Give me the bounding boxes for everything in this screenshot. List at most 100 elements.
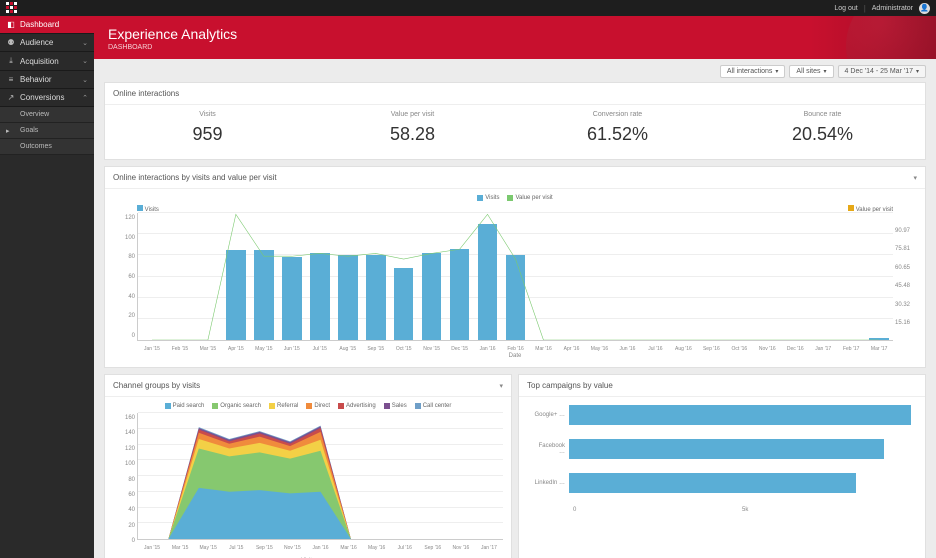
user-label[interactable]: Administrator <box>872 5 913 12</box>
metric-value: 61.52% <box>519 124 716 145</box>
sidebar-item-label: Audience <box>20 38 53 47</box>
y-axis-left: 160140120100806040200 <box>113 413 137 558</box>
sidebar-item-dashboard[interactable]: ◧ Dashboard <box>0 16 94 34</box>
x-tick: May '16 <box>363 545 391 551</box>
campaign-bar <box>569 473 856 493</box>
x-tick: Jul '15 <box>306 346 334 352</box>
chart-legend-center: Visits Value per visit <box>113 195 917 201</box>
topbar: Log out | Administrator 👤 <box>0 0 936 16</box>
sidebar-item-conversions[interactable]: ↗Conversions⌃ <box>0 89 94 107</box>
nav-icon: ≡ <box>6 75 16 84</box>
y-axis-left: 120100806040200 <box>113 213 137 353</box>
x-tick: May '15 <box>250 346 278 352</box>
plot-area: Jan '15Feb '15Mar '15Apr '15May '15Jun '… <box>137 213 893 341</box>
metric-bounce-rate: Bounce rate 20.54% <box>720 105 925 159</box>
avatar[interactable]: 👤 <box>919 3 930 14</box>
card-title: Online interactions <box>113 89 179 98</box>
campaign-bar <box>569 405 911 425</box>
sidebar-item-audience[interactable]: ⚉ Audience ⌄ <box>0 34 94 52</box>
metric-label: Conversion rate <box>519 111 716 118</box>
x-axis-title: Date <box>113 353 917 359</box>
sidebar-item-label: Dashboard <box>20 20 59 29</box>
card-title: Online interactions by visits and value … <box>113 173 277 182</box>
sidebar-item-label: Behavior <box>20 75 52 84</box>
x-tick: Mar '17 <box>865 346 893 352</box>
metrics-row: Visits959Value per visit58.28Conversion … <box>105 105 925 159</box>
x-tick: Mar '16 <box>530 346 558 352</box>
x-tick: Mar '16 <box>335 545 363 551</box>
campaign-label: LinkedIn … <box>533 480 569 486</box>
sidebar-subitem-overview[interactable]: Overview <box>0 107 94 123</box>
filters-bar: All interactions All sites 4 Dec '14 - 2… <box>94 59 936 82</box>
app-logo <box>6 2 18 14</box>
x-tick: Nov '15 <box>418 346 446 352</box>
x-tick: Jan '15 <box>138 545 166 551</box>
x-tick: Jan '15 <box>138 346 166 352</box>
campaign-label: Google+ … <box>533 412 569 418</box>
x-tick: Nov '16 <box>753 346 781 352</box>
visits-value-chart-card: Online interactions by visits and value … <box>104 166 926 368</box>
collapse-icon[interactable]: ▾ <box>913 174 917 182</box>
filter-date-range[interactable]: 4 Dec '14 - 25 Mar '17 <box>838 65 926 78</box>
x-tick: Jun '15 <box>278 346 306 352</box>
x-tick: Sep '16 <box>419 545 447 551</box>
chevron-icon: ⌄ <box>82 76 88 84</box>
x-tick: Mar '15 <box>166 545 194 551</box>
x-tick: Nov '16 <box>447 545 475 551</box>
sidebar-subitem-goals[interactable]: ▸Goals <box>0 123 94 139</box>
x-tick: Jul '15 <box>222 545 250 551</box>
collapse-icon[interactable]: ▾ <box>499 382 503 390</box>
chevron-icon: ⌃ <box>82 94 88 102</box>
y-axis-right: 90.9775.8160.6545.4830.3215.16 <box>893 213 917 353</box>
x-tick: Apr '16 <box>558 346 586 352</box>
nav-icon: ◧ <box>6 20 16 29</box>
metric-value: 20.54% <box>724 124 921 145</box>
chevron-icon: ⌄ <box>82 57 88 65</box>
main-chart: 120100806040200 Jan '15Feb '15Mar '15Apr… <box>113 213 917 353</box>
metric-value: 959 <box>109 124 306 145</box>
x-tick: Aug '16 <box>669 346 697 352</box>
plot-area: Jan '15Mar '15May '15Jul '15Sep '15Nov '… <box>137 413 503 540</box>
card-title: Channel groups by visits <box>113 381 200 390</box>
sidebar-item-label: Conversions <box>20 93 64 102</box>
chevron-icon: ⌄ <box>82 39 88 47</box>
campaign-row: Facebook … <box>533 439 911 459</box>
card-title: Top campaigns by value <box>527 381 613 390</box>
x-tick: Jul '16 <box>391 545 419 551</box>
metric-conversion-rate: Conversion rate 61.52% <box>515 105 720 159</box>
x-tick: Aug '15 <box>334 346 362 352</box>
x-tick: Jan '16 <box>474 346 502 352</box>
filter-interactions[interactable]: All interactions <box>720 65 786 78</box>
x-tick: Dec '15 <box>446 346 474 352</box>
metric-value: 58.28 <box>314 124 511 145</box>
channel-groups-card: Channel groups by visits ▾ Paid searchOr… <box>104 374 512 558</box>
logout-link[interactable]: Log out <box>834 5 857 12</box>
campaign-bar <box>569 439 884 459</box>
sidebar-item-behavior[interactable]: ≡ Behavior ⌄ <box>0 71 94 89</box>
nav-icon: ⤓ <box>6 56 16 66</box>
filter-sites[interactable]: All sites <box>789 65 833 78</box>
x-tick: Dec '16 <box>781 346 809 352</box>
campaign-row: LinkedIn … <box>533 473 911 493</box>
nav-icon: ⚉ <box>6 38 16 47</box>
sidebar-subitem-outcomes[interactable]: Outcomes <box>0 139 94 155</box>
campaign-label: Facebook … <box>533 443 569 455</box>
sidebar: ◧ Dashboard ⚉ Audience ⌄ ⤓ Acquisition ⌄ ≡ Behavi… <box>0 16 94 558</box>
x-tick: Jun '16 <box>613 346 641 352</box>
metric-label: Bounce rate <box>724 111 921 118</box>
x-tick: Oct '15 <box>390 346 418 352</box>
x-tick: Jul '16 <box>641 346 669 352</box>
sidebar-item-label: Acquisition <box>20 57 59 66</box>
x-tick: Jan '17 <box>809 346 837 352</box>
x-tick: Sep '16 <box>697 346 725 352</box>
chart-legend: Paid searchOrganic searchReferralDirectA… <box>113 403 503 409</box>
online-interactions-card: Online interactions Visits959Value per v… <box>104 82 926 160</box>
x-tick: May '15 <box>194 545 222 551</box>
x-tick: Oct '16 <box>725 346 753 352</box>
campaign-row: Google+ … <box>533 405 911 425</box>
x-tick: Nov '15 <box>278 545 306 551</box>
sidebar-item-acquisition[interactable]: ⤓ Acquisition ⌄ <box>0 52 94 71</box>
breadcrumb: DASHBOARD <box>108 44 922 51</box>
x-tick: May '16 <box>586 346 614 352</box>
x-tick: Apr '15 <box>222 346 250 352</box>
